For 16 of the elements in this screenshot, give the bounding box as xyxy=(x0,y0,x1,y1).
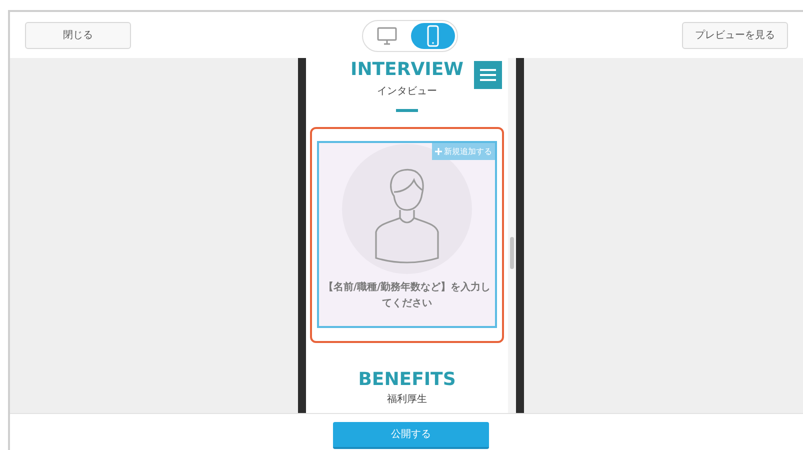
section-subtitle: インタビュー xyxy=(377,85,437,99)
interview-entry[interactable]: 新規追加する 【名前/職種/勤務年数など】を入力してください xyxy=(317,141,497,328)
menu-icon xyxy=(480,69,496,81)
preview-button[interactable]: プレビューを見る xyxy=(682,22,788,48)
section-title: INTERVIEW xyxy=(350,59,464,81)
device-tab[interactable] xyxy=(411,23,455,49)
monitor-icon xyxy=(377,27,397,45)
plus-icon xyxy=(435,148,442,155)
smartphone-icon xyxy=(427,25,439,47)
close-button[interactable]: 閉じる xyxy=(25,22,131,48)
publish-button[interactable]: 公開する xyxy=(333,422,489,449)
section-title: BENEFITS xyxy=(358,369,456,391)
section-subtitle: 福利厚生 xyxy=(387,392,427,407)
scrollbar[interactable] xyxy=(508,58,516,413)
entry-placeholder-text: 【名前/職種/勤務年数など】を入力してください xyxy=(322,280,492,311)
menu-button[interactable] xyxy=(474,61,502,89)
